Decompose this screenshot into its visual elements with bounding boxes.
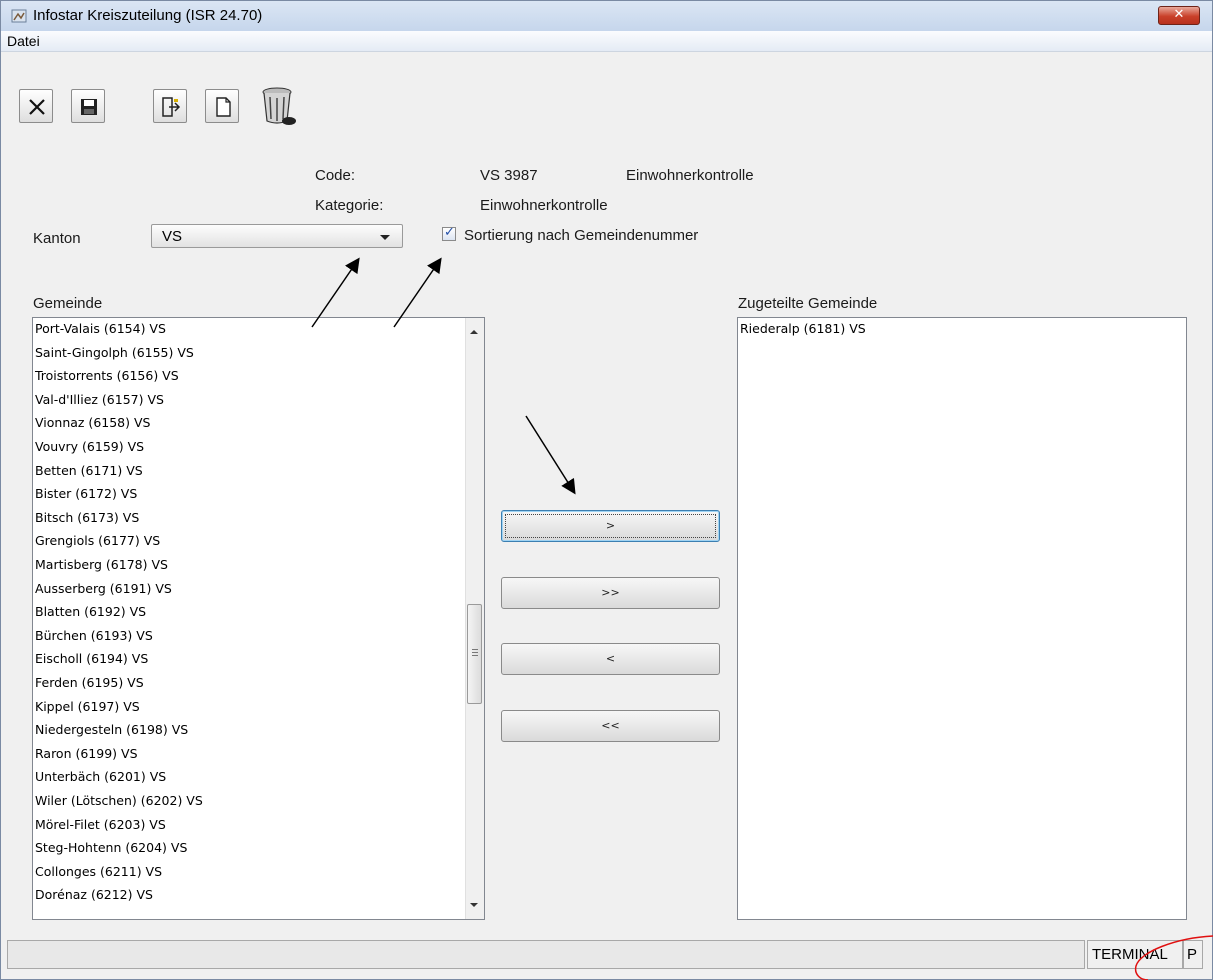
- list-item[interactable]: Raron (6199) VS: [35, 746, 138, 761]
- kanton-select-value: VS: [162, 228, 183, 245]
- title-bar: Infostar Kreiszuteilung (ISR 24.70) ✕: [1, 1, 1212, 32]
- close-icon: [29, 99, 45, 115]
- list-item[interactable]: Port-Valais (6154) VS: [35, 322, 166, 336]
- list-item[interactable]: Niedergesteln (6198) VS: [35, 723, 188, 737]
- gemeinde-header: Gemeinde: [33, 295, 103, 312]
- list-item[interactable]: Dorénaz (6212) VS: [35, 888, 153, 902]
- status-mode: P: [1183, 940, 1203, 969]
- kategorie-label: Kategorie:: [315, 197, 384, 214]
- scroll-down-icon[interactable]: [470, 903, 478, 907]
- kategorie-value: Einwohnerkontrolle: [480, 197, 608, 214]
- menu-item-datei[interactable]: Datei: [7, 33, 40, 49]
- close-button[interactable]: [19, 89, 53, 123]
- list-item[interactable]: Troistorrents (6156) VS: [35, 369, 179, 383]
- list-item[interactable]: Bitsch (6173) VS: [35, 510, 139, 525]
- code-description: Einwohnerkontrolle: [626, 167, 754, 184]
- app-icon: [11, 8, 27, 24]
- status-bar: [7, 940, 1085, 969]
- add-one-label: >: [505, 514, 716, 538]
- list-item[interactable]: Saint-Gingolph (6155) VS: [35, 345, 194, 360]
- save-icon: [81, 99, 97, 115]
- chevron-down-icon: [380, 235, 390, 240]
- save-button[interactable]: [71, 89, 105, 123]
- code-value: VS 3987: [480, 167, 538, 184]
- gemeinde-scrollbar[interactable]: [465, 318, 484, 919]
- scroll-up-icon[interactable]: [470, 330, 478, 334]
- list-item[interactable]: Wiler (Lötschen) (6202) VS: [35, 794, 203, 808]
- list-item[interactable]: Riederalp (6181) VS: [740, 322, 866, 336]
- menu-bar: Datei: [1, 31, 1212, 52]
- remove-all-button[interactable]: <<: [501, 710, 720, 742]
- kanton-label: Kanton: [33, 230, 81, 247]
- sort-checkbox[interactable]: ✓: [442, 225, 456, 241]
- new-button[interactable]: [205, 89, 239, 123]
- list-item[interactable]: Bürchen (6193) VS: [35, 628, 153, 643]
- add-all-button[interactable]: >>: [501, 577, 720, 609]
- list-item[interactable]: Bister (6172) VS: [35, 487, 137, 501]
- trash-icon: [262, 87, 296, 125]
- list-item[interactable]: Ausserberg (6191) VS: [35, 581, 172, 596]
- application-window: Infostar Kreiszuteilung (ISR 24.70) ✕ Da…: [0, 0, 1213, 980]
- list-item[interactable]: Mörel-Filet (6203) VS: [35, 817, 166, 832]
- sort-checkbox-label[interactable]: Sortierung nach Gemeindenummer: [464, 227, 698, 244]
- grip-icon: [472, 649, 478, 650]
- list-item[interactable]: Betten (6171) VS: [35, 463, 143, 478]
- window-title: Infostar Kreiszuteilung (ISR 24.70): [33, 7, 263, 24]
- list-item[interactable]: Ferden (6195) VS: [35, 676, 144, 690]
- delete-button[interactable]: [257, 83, 299, 127]
- list-item[interactable]: Collonges (6211) VS: [35, 864, 162, 879]
- list-item[interactable]: Steg-Hohtenn (6204) VS: [35, 841, 187, 855]
- list-item[interactable]: Val-d'Illiez (6157) VS: [35, 392, 164, 407]
- exit-button[interactable]: [153, 89, 187, 123]
- list-item[interactable]: Unterbäch (6201) VS: [35, 770, 166, 784]
- status-terminal: TERMINAL: [1087, 940, 1183, 969]
- scroll-thumb[interactable]: [467, 604, 482, 704]
- close-icon: ✕: [1173, 7, 1185, 22]
- exit-icon: [162, 97, 181, 117]
- list-item[interactable]: Grengiols (6177) VS: [35, 534, 160, 548]
- zugeteilt-header: Zugeteilte Gemeinde: [738, 295, 878, 312]
- list-item[interactable]: Vouvry (6159) VS: [35, 440, 144, 454]
- list-item[interactable]: Vionnaz (6158) VS: [35, 416, 150, 430]
- list-item[interactable]: Martisberg (6178) VS: [35, 558, 168, 572]
- kanton-select[interactable]: VS: [151, 224, 403, 248]
- remove-one-button[interactable]: <: [501, 643, 720, 675]
- code-label: Code:: [315, 167, 356, 184]
- window-close-button[interactable]: ✕: [1158, 6, 1200, 25]
- list-item[interactable]: Eischoll (6194) VS: [35, 652, 148, 666]
- new-document-icon: [216, 97, 231, 117]
- gemeinde-list[interactable]: Dorénaz (6212) VS Collonges (6211) VS Steg…: [32, 317, 485, 920]
- zugeteilt-list[interactable]: Riederalp (6181) VS: [737, 317, 1187, 920]
- list-item[interactable]: Kippel (6197) VS: [35, 699, 140, 714]
- add-one-button[interactable]: >: [501, 510, 720, 542]
- checkmark-icon: ✓: [444, 225, 455, 240]
- list-item[interactable]: Blatten (6192) VS: [35, 605, 146, 619]
